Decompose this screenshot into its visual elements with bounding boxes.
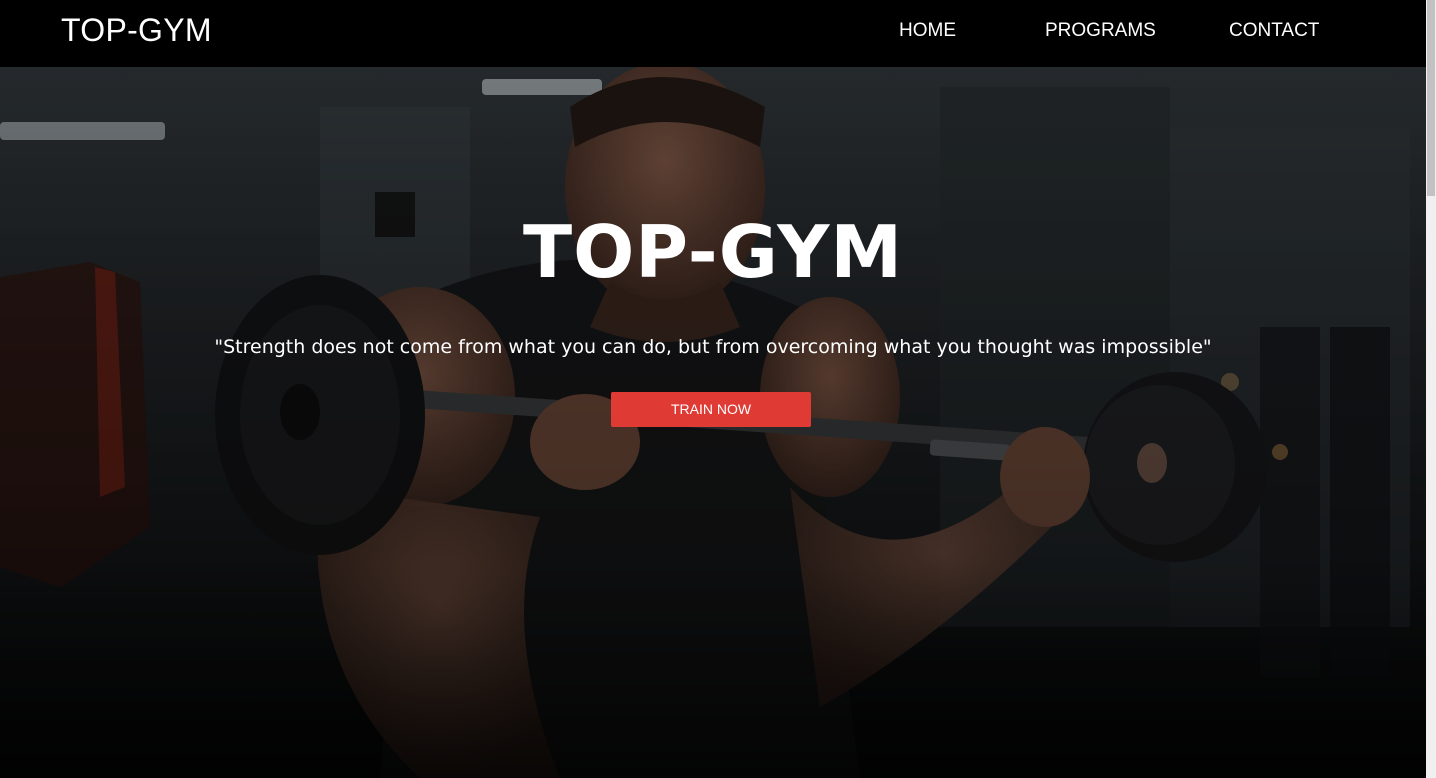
hero-quote: "Strength does not come from what you ca… xyxy=(214,336,1212,358)
navbar: TOP-GYM HOME PROGRAMS CONTACT xyxy=(0,0,1426,67)
nav-link-programs[interactable]: PROGRAMS xyxy=(1045,20,1156,42)
hero-section: TOP-GYM "Strength does not come from wha… xyxy=(0,67,1426,778)
nav-link-home[interactable]: HOME xyxy=(899,20,956,42)
page-scrollbar[interactable] xyxy=(1426,0,1436,778)
brand-logo[interactable]: TOP-GYM xyxy=(61,12,212,49)
nav-link-contact[interactable]: CONTACT xyxy=(1229,20,1319,42)
scrollbar-thumb[interactable] xyxy=(1427,0,1435,196)
train-now-button[interactable]: TRAIN NOW xyxy=(611,392,811,427)
page: TOP-GYM HOME PROGRAMS CONTACT TOP-GYM "S… xyxy=(0,0,1436,778)
hero-title: TOP-GYM xyxy=(522,210,903,294)
